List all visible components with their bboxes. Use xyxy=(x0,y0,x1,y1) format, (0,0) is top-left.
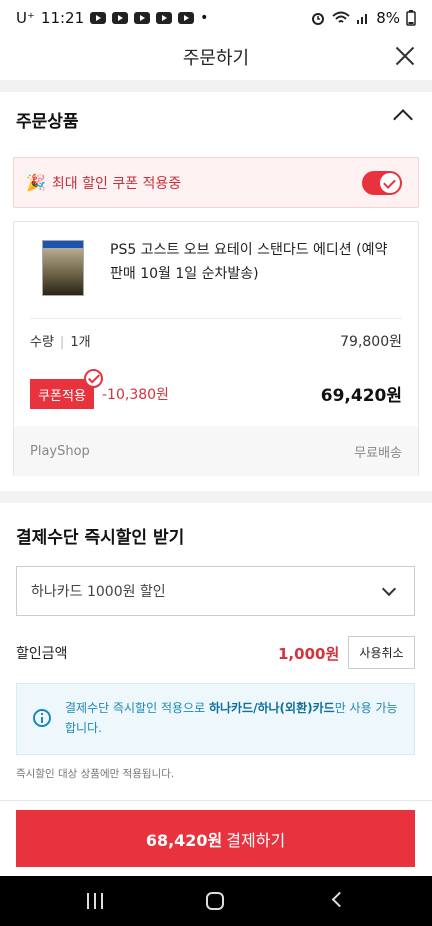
divider xyxy=(30,318,402,319)
payment-section-title: 결제수단 즉시할인 받기 xyxy=(16,528,185,548)
coupon-discount: -10,380원 xyxy=(102,387,169,403)
discount-amount-value: 1,000원 xyxy=(278,645,340,663)
info-text-highlight: 하나카드/하나(외환)카드 xyxy=(208,701,335,715)
quantity-value: 1개 xyxy=(70,335,91,350)
wifi-icon xyxy=(332,11,350,23)
coupon-applied-check-icon xyxy=(84,369,103,388)
chevron-down-icon xyxy=(381,581,397,597)
page-header: 주문하기 xyxy=(0,36,432,78)
seller-name: PlayShop xyxy=(30,443,90,459)
status-bar: U⁺ 11:21 • 8% xyxy=(0,0,432,36)
section-divider xyxy=(0,80,432,92)
unit-price: 79,800원 xyxy=(340,334,402,350)
info-icon xyxy=(33,709,51,727)
clock: 11:21 xyxy=(40,9,85,27)
section-divider xyxy=(0,491,432,503)
battery-level: 8% xyxy=(376,9,400,27)
pay-button[interactable]: 68,420원 결제하기 xyxy=(16,810,415,867)
battery-icon xyxy=(406,10,416,26)
back-icon[interactable] xyxy=(331,891,348,908)
divider xyxy=(0,800,432,801)
chevron-up-icon[interactable] xyxy=(393,109,413,129)
info-box: 결제수단 즉시할인 적용으로 하나카드/하나(외환)카드만 사용 가능합니다. xyxy=(16,683,415,755)
pay-amount: 68,420원 xyxy=(145,830,223,850)
order-section-title: 주문상품 xyxy=(16,112,79,132)
home-icon[interactable] xyxy=(206,892,224,910)
signal-icon xyxy=(357,14,368,24)
product-name[interactable]: PS5 고스트 오브 요테이 스탠다드 에디션 (예약판매 10월 1일 순차발… xyxy=(110,238,400,286)
recent-apps-icon[interactable] xyxy=(86,893,104,909)
coupon-banner-text: 최대 할인 쿠폰 적용중 xyxy=(51,175,182,192)
carrier-label: U⁺ xyxy=(16,9,35,27)
more-notifications-dot: • xyxy=(200,10,209,26)
party-popper-icon: 🎉 xyxy=(26,173,46,192)
shipping-info: 무료배송 xyxy=(354,445,402,461)
seller-bar: PlayShop 무료배송 xyxy=(14,426,418,476)
alarm-icon xyxy=(312,13,325,25)
card-discount-select[interactable]: 하나카드 1000원 할인 xyxy=(16,566,415,616)
product-card: PS5 고스트 오브 요테이 스탠다드 에디션 (예약판매 10월 1일 순차발… xyxy=(13,221,419,476)
pay-label: 결제하기 xyxy=(226,830,286,850)
info-text-prefix: 결제수단 즉시할인 적용으로 xyxy=(65,701,209,715)
discount-amount-label: 할인금액 xyxy=(16,646,68,662)
youtube-notification-icon xyxy=(156,12,173,24)
page-title: 주문하기 xyxy=(182,48,250,69)
youtube-notification-icon xyxy=(178,12,195,24)
coupon-toggle[interactable] xyxy=(362,171,402,195)
youtube-notification-icon xyxy=(90,12,107,24)
quantity-row: 수량 | 1개 xyxy=(30,335,91,350)
close-icon[interactable] xyxy=(394,45,416,67)
final-price: 69,420원 xyxy=(320,386,402,406)
coupon-banner: 🎉 최대 할인 쿠폰 적용중 xyxy=(13,157,419,208)
coupon-apply-button[interactable]: 쿠폰적용 xyxy=(30,379,94,409)
quantity-label: 수량 xyxy=(30,335,54,350)
youtube-notification-icon xyxy=(134,12,151,24)
system-nav-bar xyxy=(0,876,432,926)
product-thumbnail[interactable] xyxy=(42,240,84,296)
check-icon xyxy=(380,173,400,193)
cancel-discount-button[interactable]: 사용취소 xyxy=(348,636,415,669)
app-notification-icon xyxy=(112,12,129,24)
discount-note: 즉시할인 대상 상품에만 적용됩니다. xyxy=(16,768,175,780)
selected-card-option: 하나카드 1000원 할인 xyxy=(31,584,166,600)
